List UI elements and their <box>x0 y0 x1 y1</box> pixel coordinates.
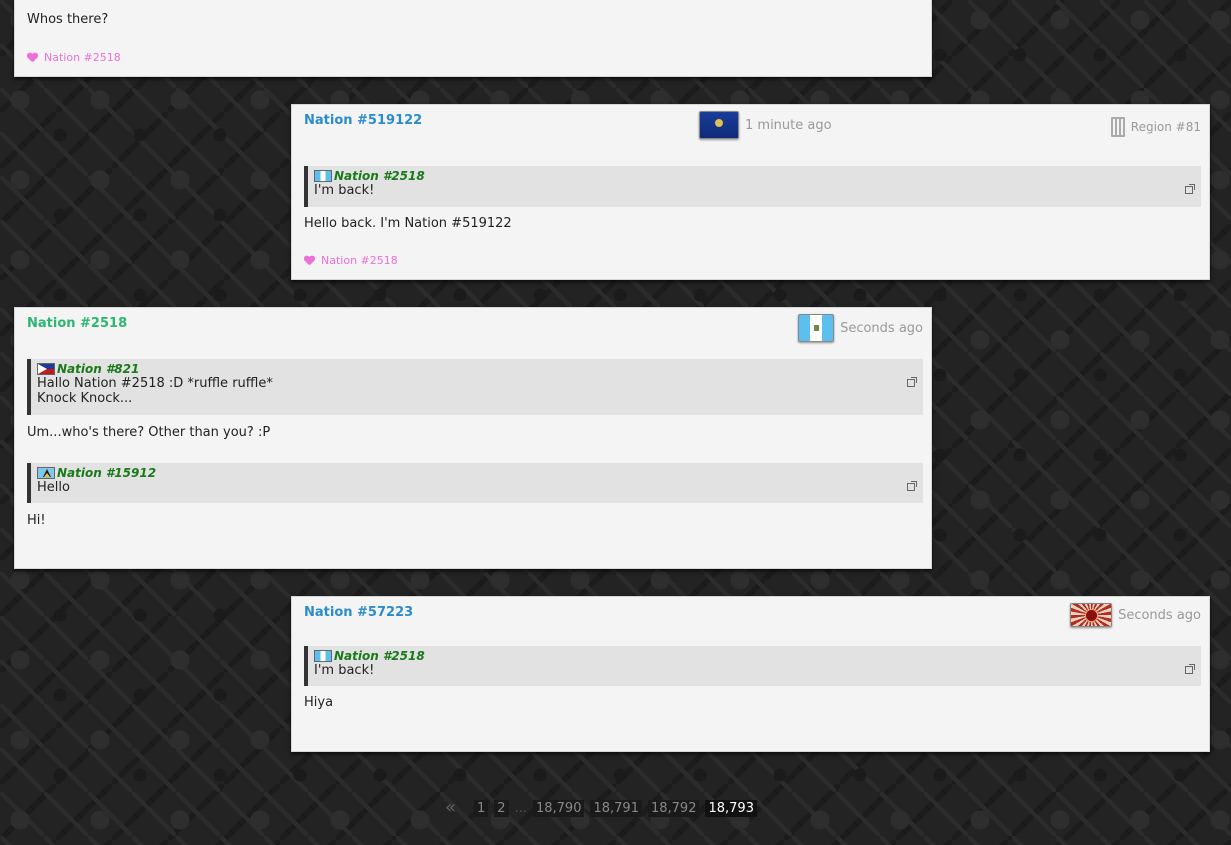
flag-icon <box>314 650 332 662</box>
quote-header: Nation #2518 <box>314 649 1171 663</box>
post-body: Whos there? <box>27 12 109 27</box>
heart-icon <box>304 256 315 266</box>
post-time: Seconds ago <box>1118 607 1201 623</box>
quote-author[interactable]: Nation #2518 <box>334 649 425 663</box>
pagination: « 1 2 ... 18,790 18,791 18,792 18,793 <box>445 799 757 817</box>
post-body: Hello back. I'm Nation #519122 <box>304 216 512 231</box>
quote-text: I'm back! <box>314 183 375 198</box>
flag-icon <box>314 170 332 182</box>
post-body: Hiya <box>304 695 334 710</box>
quote-author[interactable]: Nation #15912 <box>57 466 156 480</box>
like-author[interactable]: Nation #2518 <box>321 254 398 267</box>
post-meta: 1 minute ago <box>699 111 832 139</box>
post-author[interactable]: Nation #57223 <box>304 605 413 620</box>
quote-header: Nation #2518 <box>314 169 1171 183</box>
quote-header: Nation #821 <box>37 362 893 376</box>
region-label[interactable]: Region #81 <box>1131 120 1201 134</box>
external-link-icon[interactable] <box>907 481 917 491</box>
heart-icon <box>27 53 38 63</box>
region-link[interactable]: Region #81 <box>1110 117 1201 137</box>
post-time: 1 minute ago <box>745 117 832 133</box>
post-card: Nation #57223 Seconds ago Nation #2518 I… <box>291 596 1210 752</box>
quote-text: Knock Knock... <box>37 391 133 406</box>
prev-page-icon[interactable]: « <box>445 799 456 817</box>
quote-text: Hello <box>37 480 70 495</box>
quote-author[interactable]: Nation #2518 <box>334 169 425 183</box>
flag-icon[interactable] <box>1070 603 1113 627</box>
post-time: Seconds ago <box>840 320 923 336</box>
quote-text: Hallo Nation #2518 :D *ruffle ruffle* <box>37 376 273 391</box>
page-link[interactable]: 2 <box>494 799 509 817</box>
building-icon <box>1110 117 1125 137</box>
post-card: Nation #519122 1 minute ago Region #81 N… <box>291 104 1210 280</box>
page-link[interactable]: 18,792 <box>647 799 700 817</box>
like-indicator[interactable]: Nation #2518 <box>27 51 121 64</box>
flag-icon <box>37 467 55 479</box>
post-author[interactable]: Nation #2518 <box>27 316 127 331</box>
quote-header: Nation #15912 <box>37 466 893 480</box>
post-author[interactable]: Nation #519122 <box>304 113 422 128</box>
flag-icon <box>37 363 55 375</box>
page-link[interactable]: 18,790 <box>532 799 585 817</box>
post-card: Whos there? Nation #2518 <box>14 0 932 77</box>
quote-author[interactable]: Nation #821 <box>57 362 139 376</box>
external-link-icon[interactable] <box>907 377 917 387</box>
post-card: Nation #2518 Seconds ago Nation #821 Hal… <box>14 307 932 569</box>
like-author[interactable]: Nation #2518 <box>44 51 121 64</box>
quote-block: Nation #15912 Hello <box>27 463 923 503</box>
page-link[interactable]: 18,791 <box>590 799 642 817</box>
quote-block: Nation #2518 I'm back! <box>304 166 1201 207</box>
post-body: Um...who's there? Other than you? :P <box>27 425 271 440</box>
post-meta: Seconds ago <box>1070 603 1201 627</box>
flag-icon[interactable] <box>699 111 739 139</box>
quote-text: I'm back! <box>314 663 375 678</box>
quote-block: Nation #2518 I'm back! <box>304 646 1201 686</box>
external-link-icon[interactable] <box>1185 664 1195 674</box>
page-link-current[interactable]: 18,793 <box>705 799 757 817</box>
quote-block: Nation #821 Hallo Nation #2518 :D *ruffl… <box>27 359 923 415</box>
like-indicator[interactable]: Nation #2518 <box>304 254 398 267</box>
external-link-icon[interactable] <box>1185 184 1195 194</box>
post-meta: Seconds ago <box>798 314 923 342</box>
page-link[interactable]: 1 <box>474 799 489 817</box>
flag-icon[interactable] <box>798 314 835 342</box>
post-body: Hi! <box>27 513 46 528</box>
pagination-ellipsis: ... <box>514 800 527 816</box>
